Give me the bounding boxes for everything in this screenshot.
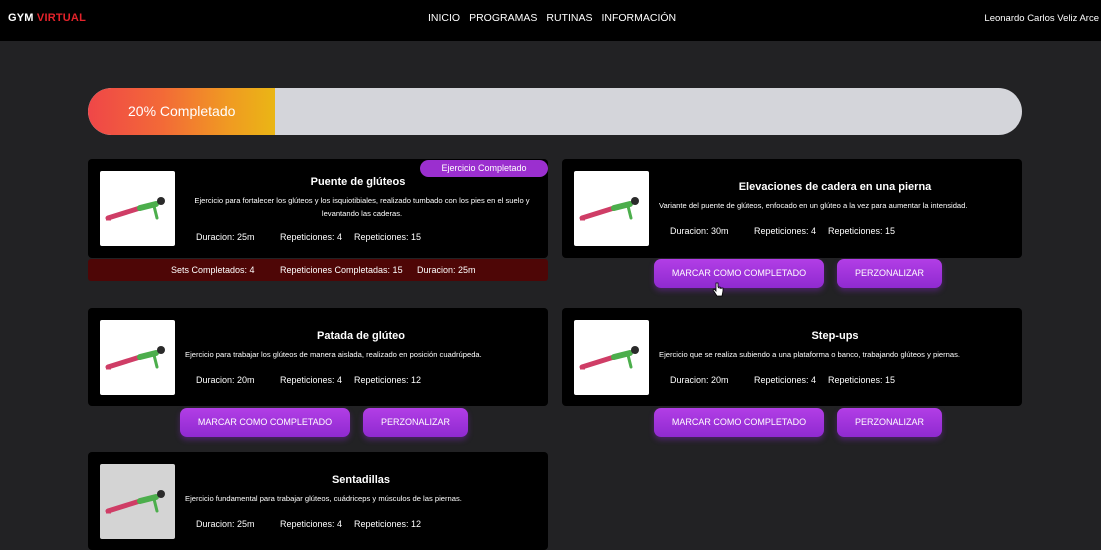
duration-stat: Duracion: 30m <box>670 226 729 236</box>
reps-stat: Repeticiones: 15 <box>828 226 896 236</box>
customize-button[interactable]: PERZONALIZAR <box>837 259 942 288</box>
exercise-card: Patada de glúteo Ejercicio para trabajar… <box>88 308 548 406</box>
exercise-title: Elevaciones de cadera en una pierna <box>738 181 932 193</box>
duration-stat: Duracion: 20m <box>196 375 255 385</box>
exercise-thumbnail <box>574 171 649 246</box>
mark-completed-button[interactable]: MARCAR COMO COMPLETADO <box>654 408 824 437</box>
exercise-stats: Duracion: 20m Repeticiones: 4 Repeticion… <box>196 375 421 385</box>
mark-completed-button[interactable]: MARCAR COMO COMPLETADO <box>180 408 350 437</box>
progress-bar: 20% Completado <box>88 88 1022 135</box>
plank-figure-icon <box>579 197 639 221</box>
plank-figure-icon <box>105 490 165 514</box>
sets-completed: Sets Completados: 4 <box>171 265 255 275</box>
progress-label: 20% Completado <box>128 103 236 119</box>
user-name[interactable]: Leonardo Carlos Veliz Arce <box>984 13 1099 24</box>
exercise-description: Ejercicio que se realiza subiendo a una … <box>659 350 960 359</box>
nav-item-programas[interactable]: PROGRAMAS <box>469 12 537 24</box>
completion-summary: Sets Completados: 4 Repeticiones Complet… <box>88 259 548 281</box>
hand-cursor-icon <box>712 282 724 297</box>
plank-figure-icon <box>105 197 165 221</box>
exercise-thumbnail <box>100 171 175 246</box>
exercise-title: Step-ups <box>811 330 859 342</box>
exercise-description: Ejercicio fundamental para trabajar glút… <box>185 494 462 503</box>
duration-stat: Duracion: 25m <box>196 519 255 529</box>
sets-stat: Repeticiones: 4 <box>280 232 343 242</box>
reps-stat: Repeticiones: 15 <box>354 232 422 242</box>
exercise-stats: Duracion: 20m Repeticiones: 4 Repeticion… <box>670 375 895 385</box>
duration-completed: Duracion: 25m <box>417 265 476 275</box>
customize-button[interactable]: PERZONALIZAR <box>363 408 468 437</box>
brand-part2: VIRTUAL <box>36 12 86 24</box>
nav-item-inicio[interactable]: INICIO <box>428 12 460 24</box>
reps-stat: Repeticiones: 12 <box>354 519 422 529</box>
exercise-description: Ejercicio para fortalecer los glúteos y … <box>194 196 530 218</box>
completed-badge: Ejercicio Completado <box>420 160 548 177</box>
top-navbar: GYM VIRTUAL INICIO PROGRAMAS RUTINAS INF… <box>0 0 1101 41</box>
exercise-description: Ejercicio para trabajar los glúteos de m… <box>185 350 482 359</box>
nav-links: INICIO PROGRAMAS RUTINAS INFORMACIÓN <box>428 12 676 24</box>
customize-button[interactable]: PERZONALIZAR <box>837 408 942 437</box>
duration-stat: Duracion: 20m <box>670 375 729 385</box>
plank-figure-icon <box>579 346 639 370</box>
exercise-stats: Duracion: 30m Repeticiones: 4 Repeticion… <box>670 226 895 236</box>
exercise-thumbnail <box>100 320 175 395</box>
exercise-card: Elevaciones de cadera en una pierna Vari… <box>562 159 1022 258</box>
sets-stat: Repeticiones: 4 <box>754 226 817 236</box>
exercise-thumbnail <box>574 320 649 395</box>
plank-figure-icon <box>105 346 165 370</box>
sets-stat: Repeticiones: 4 <box>280 375 343 385</box>
exercise-card: Sentadillas Ejercicio fundamental para t… <box>88 452 548 550</box>
duration-stat: Duracion: 25m <box>196 232 255 242</box>
exercise-title: Patada de glúteo <box>316 330 406 342</box>
reps-stat: Repeticiones: 12 <box>354 375 422 385</box>
reps-completed: Repeticiones Completadas: 15 <box>280 265 403 275</box>
mark-completed-button[interactable]: MARCAR COMO COMPLETADO <box>654 259 824 288</box>
sets-stat: Repeticiones: 4 <box>754 375 817 385</box>
exercise-stats: Duracion: 25m Repeticiones: 4 Repeticion… <box>196 232 421 242</box>
exercise-title: Puente de glúteos <box>310 176 406 188</box>
exercise-stats: Duracion: 25m Repeticiones: 4 Repeticion… <box>196 519 421 529</box>
brand-logo[interactable]: GYM VIRTUAL <box>8 12 86 24</box>
nav-item-informacion[interactable]: INFORMACIÓN <box>601 12 676 24</box>
reps-stat: Repeticiones: 15 <box>828 375 896 385</box>
nav-item-rutinas[interactable]: RUTINAS <box>546 12 592 24</box>
exercise-title: Sentadillas <box>331 474 391 486</box>
brand-part1: GYM <box>8 12 34 24</box>
exercise-card: Step-ups Ejercicio que se realiza subien… <box>562 308 1022 406</box>
exercise-description: Variante del puente de glúteos, enfocado… <box>659 201 968 210</box>
sets-stat: Repeticiones: 4 <box>280 519 343 529</box>
exercise-thumbnail <box>100 464 175 539</box>
